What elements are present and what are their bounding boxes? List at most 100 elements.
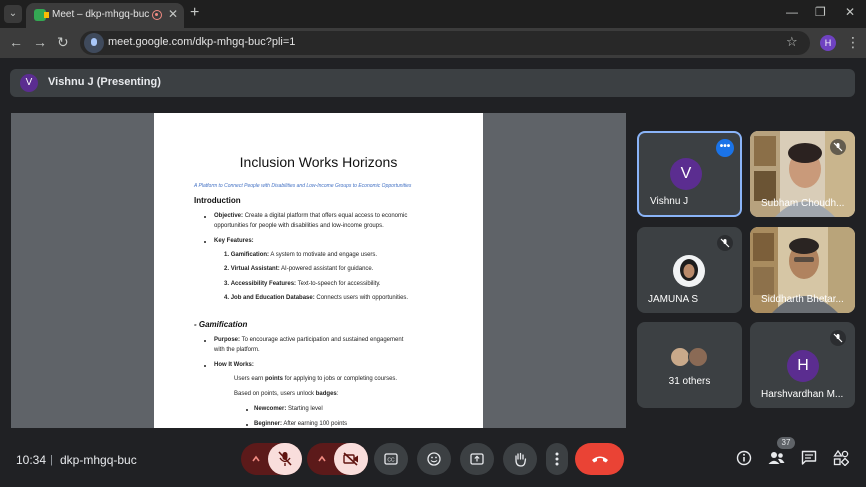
meet-favicon-icon xyxy=(34,9,49,21)
bullet-dot xyxy=(246,409,248,411)
forward-button[interactable]: → xyxy=(33,34,47,50)
level-item: Newcomer: Starting level xyxy=(254,406,323,412)
chat-icon[interactable] xyxy=(801,450,817,466)
how-text: for applying to jobs or completing cours… xyxy=(284,376,398,382)
profile-avatar[interactable]: H xyxy=(820,35,836,51)
emoji-button[interactable] xyxy=(417,443,451,475)
participant-avatar xyxy=(688,347,708,367)
others-count: 31 others xyxy=(668,376,711,387)
document-title: Inclusion Works Horizons xyxy=(239,154,398,170)
people-icon[interactable] xyxy=(768,450,785,466)
purpose-text: To encourage active participation and su… xyxy=(241,337,404,343)
restore-button[interactable]: ❐ xyxy=(815,5,826,19)
back-button[interactable]: ← xyxy=(9,34,23,50)
participant-tile-siddharth[interactable]: Siddharth Bhetar... xyxy=(750,227,855,313)
presentation-stage: Inclusion Works Horizons A Platform to C… xyxy=(11,113,626,428)
browser-toolbar: ← → ↻ meet.google.com/dkp-mhgq-buc?pli=1… xyxy=(0,28,866,58)
feature-label: Job and Education Database: xyxy=(230,295,315,301)
raise-hand-button[interactable] xyxy=(503,443,537,475)
participant-tile-others[interactable]: 31 others xyxy=(637,322,742,408)
hang-up-icon xyxy=(592,456,608,463)
feature-num: 1. xyxy=(224,252,230,258)
leave-call-button[interactable] xyxy=(575,443,624,475)
present-button[interactable] xyxy=(460,443,494,475)
participant-tile-vishnu[interactable]: V ••• Vishnu J xyxy=(637,131,742,217)
participant-tile-jamuna[interactable]: JAMUNA S xyxy=(637,227,742,313)
address-bar[interactable]: meet.google.com/dkp-mhgq-buc?pli=1 ☆ xyxy=(80,31,810,55)
objective-line-1: Objective: Create a digital platform tha… xyxy=(214,213,407,219)
meeting-controls: 10:34 | dkp-mhgq-buc CC xyxy=(0,434,866,487)
bullet-dot xyxy=(204,216,206,218)
site-info-icon[interactable] xyxy=(84,33,104,53)
recording-indicator-icon xyxy=(152,10,162,20)
level-label: Beginner: xyxy=(254,421,283,427)
participant-tile-subham[interactable]: Subham Choudh... xyxy=(750,131,855,217)
browser-titlebar: ⌄ Meet – dkp-mhgq-buc ✕ + — ❐ ✕ xyxy=(0,0,866,28)
how-label: How It Works: xyxy=(214,362,254,368)
shared-document: Inclusion Works Horizons A Platform to C… xyxy=(154,113,483,428)
close-window-button[interactable]: ✕ xyxy=(845,5,855,19)
participant-avatar xyxy=(673,255,705,287)
feature-item: 4. Job and Education Database: Connects … xyxy=(224,295,408,301)
feature-item: 2. Virtual Assistant: AI-powered assista… xyxy=(224,266,373,272)
bullet-dot xyxy=(204,241,206,243)
feature-text: A system to motivate and engage users. xyxy=(270,252,378,258)
url-text[interactable]: meet.google.com/dkp-mhgq-buc?pli=1 xyxy=(108,36,295,48)
presenter-avatar: V xyxy=(20,74,38,92)
participant-tile-harshvardhan[interactable]: H Harshvardhan M... xyxy=(750,322,855,408)
emoji-icon xyxy=(427,452,441,466)
gamification-heading: - Gamification xyxy=(194,320,248,329)
feature-text: Connects users with opportunities. xyxy=(316,295,409,301)
feature-num: 4. xyxy=(224,295,230,301)
mic-off-icon xyxy=(830,139,846,155)
mic-toggle-button[interactable] xyxy=(268,443,302,475)
feature-label: Accessibility Features: xyxy=(230,281,297,287)
participant-name: Harshvardhan M... xyxy=(761,389,844,400)
tab-close-icon[interactable]: ✕ xyxy=(168,7,178,21)
activities-icon[interactable] xyxy=(833,450,849,466)
reload-button[interactable]: ↻ xyxy=(57,34,69,51)
camera-toggle-button[interactable] xyxy=(334,443,368,475)
separator: | xyxy=(50,454,53,466)
minimize-button[interactable]: — xyxy=(786,5,798,19)
new-tab-button[interactable]: + xyxy=(190,4,199,22)
intro-heading: Introduction xyxy=(194,196,241,205)
level-item: Beginner: After earning 100 points xyxy=(254,421,347,427)
feature-label: Virtual Assistant: xyxy=(230,266,280,272)
meeting-details-icon[interactable] xyxy=(736,450,752,466)
raise-hand-icon xyxy=(515,452,527,467)
document-subtitle: A Platform to Connect People with Disabi… xyxy=(194,183,412,189)
objective-line-2: opportunities for people with disabiliti… xyxy=(214,223,384,229)
participant-name: Subham Choudh... xyxy=(761,198,845,209)
key-features-label: Key Features: xyxy=(214,238,254,244)
how-bold: badges xyxy=(315,391,337,397)
camera-control-group xyxy=(307,443,368,475)
how-item: Users earn points for applying to jobs o… xyxy=(234,376,397,382)
purpose-line-1: Purpose: To encourage active participati… xyxy=(214,337,403,343)
how-text: Based on points, users unlock xyxy=(234,391,315,397)
captions-button[interactable]: CC xyxy=(374,443,408,475)
clock: 10:34 xyxy=(16,453,47,467)
participant-avatar xyxy=(670,347,690,367)
objective-text: Create a digital platform that offers eq… xyxy=(244,213,408,219)
bullet-dot xyxy=(204,340,206,342)
captions-icon: CC xyxy=(384,453,398,465)
bullet-dot xyxy=(204,365,206,367)
chevron-up-icon[interactable] xyxy=(317,454,327,464)
more-vertical-icon xyxy=(555,452,559,466)
level-text: After earning 100 points xyxy=(283,421,348,427)
browser-menu-icon[interactable]: ⋮ xyxy=(846,34,860,51)
how-text: Users earn xyxy=(234,376,264,382)
bookmark-star-icon[interactable]: ☆ xyxy=(786,34,798,50)
how-text: : xyxy=(336,391,339,397)
browser-tab[interactable]: Meet – dkp-mhgq-buc ✕ xyxy=(26,3,184,28)
feature-text: AI-powered assistant for guidance. xyxy=(281,266,374,272)
feature-text: Text-to-speech for accessibility. xyxy=(297,281,381,287)
participant-avatar: H xyxy=(787,350,819,382)
present-screen-icon xyxy=(470,453,484,465)
tab-search-button[interactable]: ⌄ xyxy=(4,5,22,23)
svg-text:CC: CC xyxy=(387,458,395,464)
more-options-button[interactable] xyxy=(546,443,568,475)
chevron-up-icon[interactable] xyxy=(251,454,261,464)
bullet-dot xyxy=(246,424,248,426)
